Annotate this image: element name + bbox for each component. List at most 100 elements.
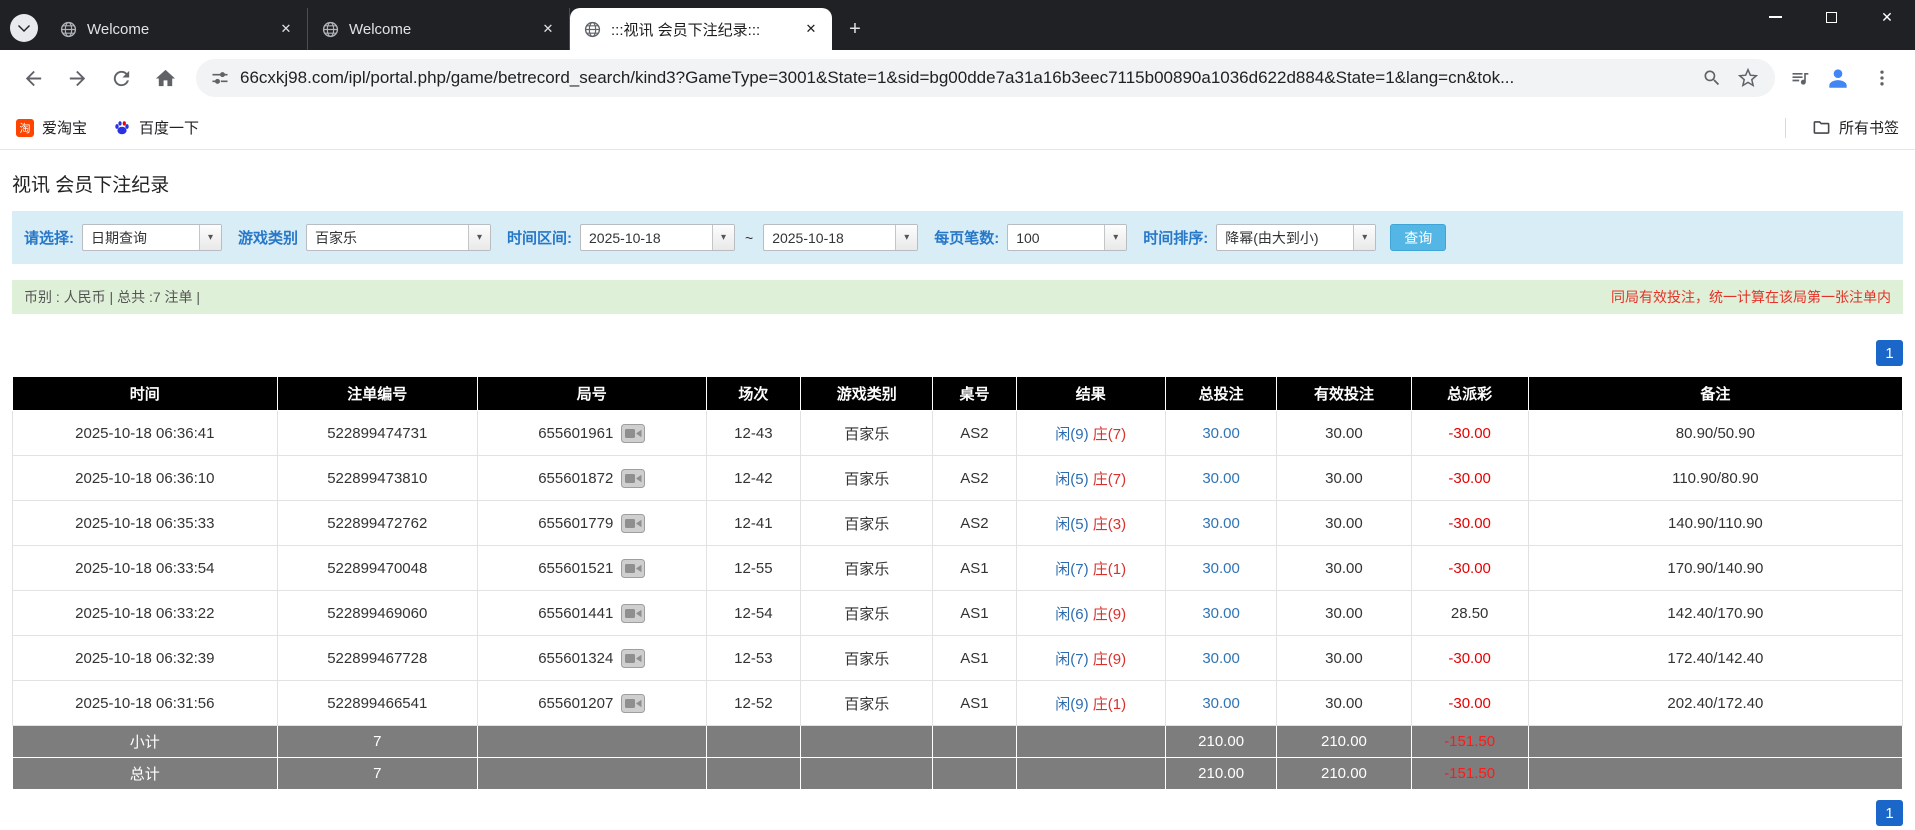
result-banker: 庄(9) bbox=[1093, 651, 1126, 668]
chevron-down-icon[interactable]: ▾ bbox=[895, 225, 917, 250]
tab-close-icon[interactable]: ✕ bbox=[275, 18, 297, 40]
table-header-cell: 注单编号 bbox=[277, 377, 477, 411]
cell-session: 12-53 bbox=[706, 636, 801, 681]
query-type-select[interactable]: 日期查询 ▾ bbox=[82, 224, 222, 251]
cell-round: 655601961 bbox=[477, 411, 706, 456]
subtotal-row: 小计 7 210.00 210.00 -151.50 bbox=[13, 726, 1903, 758]
person-icon bbox=[1825, 65, 1851, 91]
video-replay-icon[interactable] bbox=[621, 559, 645, 578]
table-header-cell: 场次 bbox=[706, 377, 801, 411]
home-button[interactable] bbox=[146, 59, 184, 97]
tab-welcome-2[interactable]: Welcome ✕ bbox=[308, 8, 570, 50]
video-replay-icon[interactable] bbox=[621, 649, 645, 668]
media-controls-icon[interactable] bbox=[1787, 65, 1813, 91]
page-size-select[interactable]: 100 ▾ bbox=[1007, 224, 1127, 251]
cell-bet-id: 522899470048 bbox=[277, 546, 477, 591]
bookmark-baidu[interactable]: 百度一下 bbox=[113, 117, 199, 138]
table-header-cell: 备注 bbox=[1528, 377, 1902, 411]
total-bet-link[interactable]: 30.00 bbox=[1202, 650, 1240, 667]
date-from-select[interactable]: 2025-10-18 ▾ bbox=[580, 224, 735, 251]
video-replay-icon[interactable] bbox=[621, 469, 645, 488]
forward-icon bbox=[66, 67, 89, 90]
video-replay-icon[interactable] bbox=[621, 694, 645, 713]
video-replay-icon[interactable] bbox=[621, 604, 645, 623]
page-number-button[interactable]: 1 bbox=[1876, 800, 1903, 826]
page-number-button[interactable]: 1 bbox=[1876, 340, 1903, 366]
cell-table-no: AS1 bbox=[933, 681, 1016, 726]
profile-avatar[interactable] bbox=[1819, 59, 1857, 97]
total-bet-link[interactable]: 30.00 bbox=[1202, 425, 1240, 442]
pagination-top: 1 bbox=[12, 340, 1903, 366]
video-replay-icon[interactable] bbox=[621, 424, 645, 443]
page-title: 视讯 会员下注纪录 bbox=[12, 170, 1903, 197]
game-type-select[interactable]: 百家乐 ▾ bbox=[306, 224, 491, 251]
tab-bet-record[interactable]: :::视讯 会员下注纪录::: ✕ bbox=[570, 8, 832, 50]
video-replay-icon[interactable] bbox=[621, 514, 645, 533]
cell-result: 闲(9) 庄(7) bbox=[1016, 411, 1165, 456]
total-row: 总计 7 210.00 210.00 -151.50 bbox=[13, 758, 1903, 790]
cell-time: 2025-10-18 06:36:41 bbox=[13, 411, 278, 456]
chevron-down-icon[interactable]: ▾ bbox=[1104, 225, 1126, 250]
cell-game-type: 百家乐 bbox=[801, 681, 933, 726]
tab-welcome-1[interactable]: Welcome ✕ bbox=[46, 8, 308, 50]
total-bet-link[interactable]: 30.00 bbox=[1202, 515, 1240, 532]
table-row: 2025-10-18 06:35:33 522899472762 6556017… bbox=[13, 501, 1903, 546]
table-header-cell: 局号 bbox=[477, 377, 706, 411]
window-maximize-button[interactable] bbox=[1803, 0, 1859, 34]
cell-round: 655601207 bbox=[477, 681, 706, 726]
subtotal-valid-bet: 210.00 bbox=[1277, 726, 1411, 758]
total-bet-link[interactable]: 30.00 bbox=[1202, 470, 1240, 487]
date-to-select[interactable]: 2025-10-18 ▾ bbox=[763, 224, 918, 251]
bookmark-aitaobao[interactable]: 淘 爱淘宝 bbox=[16, 117, 87, 138]
sort-value: 降幂(由大到小) bbox=[1217, 225, 1353, 250]
search-button[interactable]: 查询 bbox=[1390, 224, 1446, 251]
new-tab-button[interactable]: + bbox=[840, 14, 870, 44]
tab-close-icon[interactable]: ✕ bbox=[800, 18, 822, 40]
table-row: 2025-10-18 06:32:39 522899467728 6556013… bbox=[13, 636, 1903, 681]
table-body: 2025-10-18 06:36:41 522899474731 6556019… bbox=[13, 411, 1903, 726]
bookmark-star-icon[interactable] bbox=[1735, 65, 1761, 91]
cell-valid-bet: 30.00 bbox=[1277, 546, 1411, 591]
total-count: 7 bbox=[277, 758, 477, 790]
tab-close-icon[interactable]: ✕ bbox=[537, 18, 559, 40]
table-row: 2025-10-18 06:31:56 522899466541 6556012… bbox=[13, 681, 1903, 726]
cell-round: 655601779 bbox=[477, 501, 706, 546]
cell-session: 12-55 bbox=[706, 546, 801, 591]
result-player: 闲(9) bbox=[1055, 426, 1088, 443]
chevron-down-icon[interactable]: ▾ bbox=[1353, 225, 1375, 250]
cell-valid-bet: 30.00 bbox=[1277, 591, 1411, 636]
cell-payout: -30.00 bbox=[1411, 411, 1528, 456]
total-bet-link[interactable]: 30.00 bbox=[1202, 560, 1240, 577]
url-text: 66cxkj98.com/ipl/portal.php/game/betreco… bbox=[240, 68, 1689, 88]
cell-payout: -30.00 bbox=[1411, 681, 1528, 726]
table-header-cell: 结果 bbox=[1016, 377, 1165, 411]
site-info-icon[interactable] bbox=[210, 68, 230, 88]
cell-time: 2025-10-18 06:32:39 bbox=[13, 636, 278, 681]
refresh-button[interactable] bbox=[102, 59, 140, 97]
cell-payout: -30.00 bbox=[1411, 636, 1528, 681]
chevron-down-icon[interactable]: ▾ bbox=[712, 225, 734, 250]
cell-total-bet: 30.00 bbox=[1165, 546, 1277, 591]
chevron-down-icon[interactable]: ▾ bbox=[199, 225, 221, 250]
zoom-icon[interactable] bbox=[1699, 65, 1725, 91]
result-banker: 庄(7) bbox=[1093, 471, 1126, 488]
window-close-button[interactable]: ✕ bbox=[1859, 0, 1915, 34]
sort-select[interactable]: 降幂(由大到小) ▾ bbox=[1216, 224, 1376, 251]
browser-menu-button[interactable] bbox=[1863, 59, 1901, 97]
tab-label: Welcome bbox=[87, 21, 265, 38]
total-bet-link[interactable]: 30.00 bbox=[1202, 605, 1240, 622]
chevron-down-icon[interactable]: ▾ bbox=[468, 225, 490, 250]
tab-search-button[interactable] bbox=[10, 14, 38, 42]
result-player: 闲(6) bbox=[1055, 606, 1088, 623]
result-player: 闲(5) bbox=[1055, 471, 1088, 488]
cell-remark: 110.90/80.90 bbox=[1528, 456, 1902, 501]
all-bookmarks-button[interactable]: 所有书签 bbox=[1812, 117, 1899, 138]
total-bet-link[interactable]: 30.00 bbox=[1202, 695, 1240, 712]
table-header-cell: 游戏类别 bbox=[801, 377, 933, 411]
back-button[interactable] bbox=[14, 59, 52, 97]
result-banker: 庄(1) bbox=[1093, 696, 1126, 713]
url-bar[interactable]: 66cxkj98.com/ipl/portal.php/game/betreco… bbox=[196, 59, 1775, 97]
forward-button[interactable] bbox=[58, 59, 96, 97]
cell-remark: 80.90/50.90 bbox=[1528, 411, 1902, 456]
window-minimize-button[interactable] bbox=[1747, 0, 1803, 34]
